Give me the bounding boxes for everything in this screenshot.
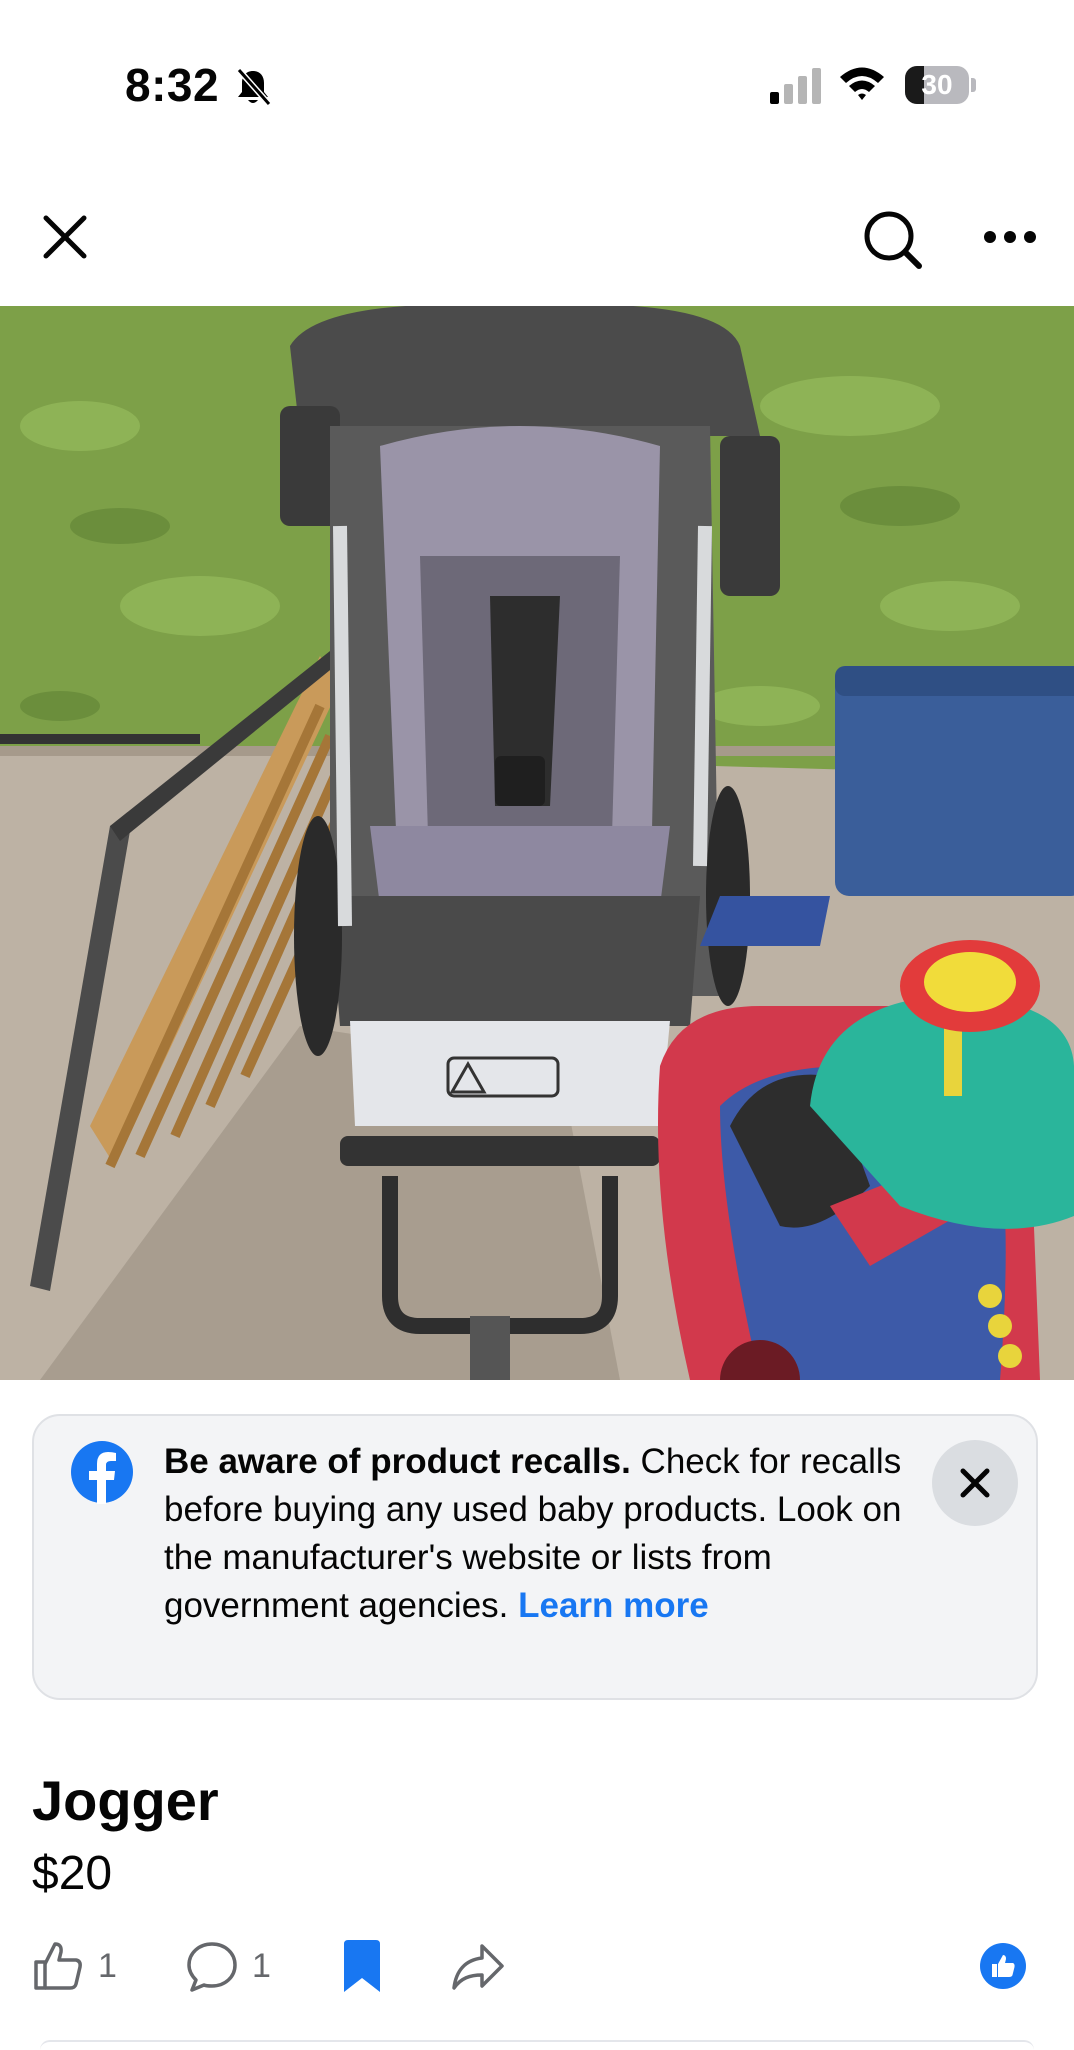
comment-icon <box>187 1942 237 1992</box>
recall-notice-text: Be aware of product recalls. Check for r… <box>164 1438 924 1630</box>
save-button[interactable] <box>340 1930 384 2002</box>
status-time: 8:32 <box>125 59 220 111</box>
battery-percent: 30 <box>921 69 953 100</box>
listing-price: $20 <box>32 1847 113 1900</box>
status-bar: 8:32 30 <box>0 0 1074 140</box>
recall-headline: Be aware of product recalls. <box>164 1442 631 1481</box>
search-icon[interactable] <box>855 202 931 278</box>
cellular-signal-icon <box>770 68 822 104</box>
battery-icon: 30 <box>905 66 977 104</box>
listing-photo[interactable] <box>0 306 1074 1380</box>
like-count: 1 <box>98 1946 117 1985</box>
listing-title: Jogger <box>32 1769 219 1832</box>
wifi-icon <box>838 64 886 104</box>
more-icon[interactable] <box>975 202 1045 272</box>
top-nav <box>0 180 1074 290</box>
like-button[interactable]: 1 <box>30 1930 117 2002</box>
action-bar: 1 1 <box>0 1930 1074 2002</box>
share-button[interactable] <box>450 1930 506 2002</box>
like-reaction-icon <box>980 1943 1026 1989</box>
comment-button[interactable]: 1 <box>184 1930 271 2002</box>
learn-more-link[interactable]: Learn more <box>518 1586 709 1625</box>
dismiss-notice-button[interactable] <box>932 1440 1018 1526</box>
facebook-logo-icon <box>70 1440 134 1504</box>
recall-notice: Be aware of product recalls. Check for r… <box>32 1414 1038 1700</box>
bottom-sheet-edge <box>40 2040 1034 2050</box>
comment-count: 1 <box>252 1946 271 1985</box>
close-icon <box>960 1468 990 1498</box>
close-icon[interactable] <box>30 202 100 272</box>
like-icon <box>34 1942 82 1990</box>
bell-slash-icon <box>232 66 274 108</box>
bookmark-icon <box>344 1940 380 1992</box>
share-icon <box>452 1944 504 1990</box>
